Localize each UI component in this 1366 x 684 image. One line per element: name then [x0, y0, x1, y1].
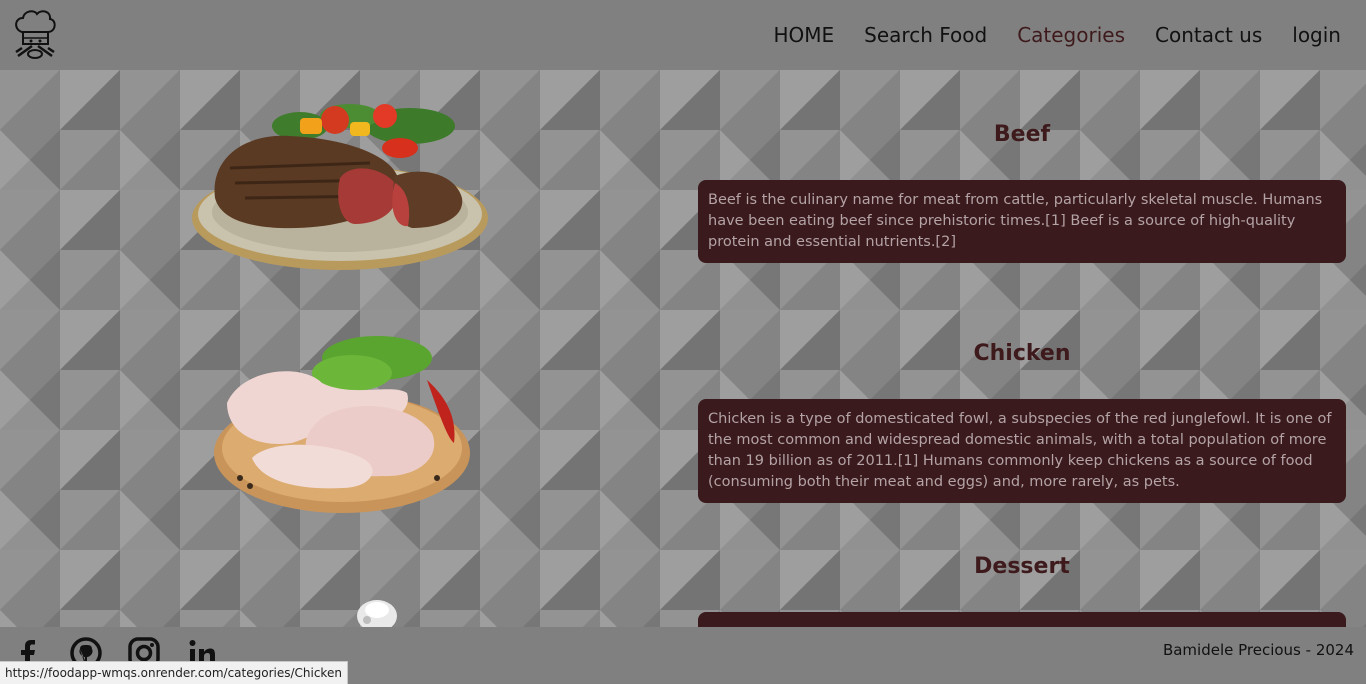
chef-hat-icon[interactable] [12, 8, 58, 62]
category-title[interactable]: Dessert [698, 554, 1346, 579]
raw-chicken-board-image[interactable] [212, 328, 477, 522]
nav-categories-link[interactable]: Categories [1017, 23, 1125, 47]
main-nav: HOME Search Food Categories Contact us l… [773, 0, 1341, 70]
categories-section: Beef Beef is the culinary name for meat … [0, 70, 1366, 627]
nav-search-food-link[interactable]: Search Food [864, 23, 987, 47]
category-title[interactable]: Chicken [698, 341, 1346, 366]
category-description: Beef is the culinary name for meat from … [698, 180, 1346, 263]
browser-status-url: https://foodapp-wmqs.onrender.com/catego… [0, 661, 348, 684]
footer-credit: Bamidele Precious - 2024 [1162, 641, 1354, 659]
nav-home-link[interactable]: HOME [773, 23, 834, 47]
dessert-image[interactable] [355, 598, 403, 627]
top-navbar: HOME Search Food Categories Contact us l… [0, 0, 1366, 70]
nav-contact-link[interactable]: Contact us [1155, 23, 1262, 47]
nav-login-link[interactable]: login [1292, 23, 1341, 47]
category-title[interactable]: Beef [698, 122, 1346, 147]
steak-plate-image[interactable] [190, 88, 500, 282]
category-description: Chicken is a type of domesticated fowl, … [698, 399, 1346, 503]
category-description [698, 612, 1346, 627]
